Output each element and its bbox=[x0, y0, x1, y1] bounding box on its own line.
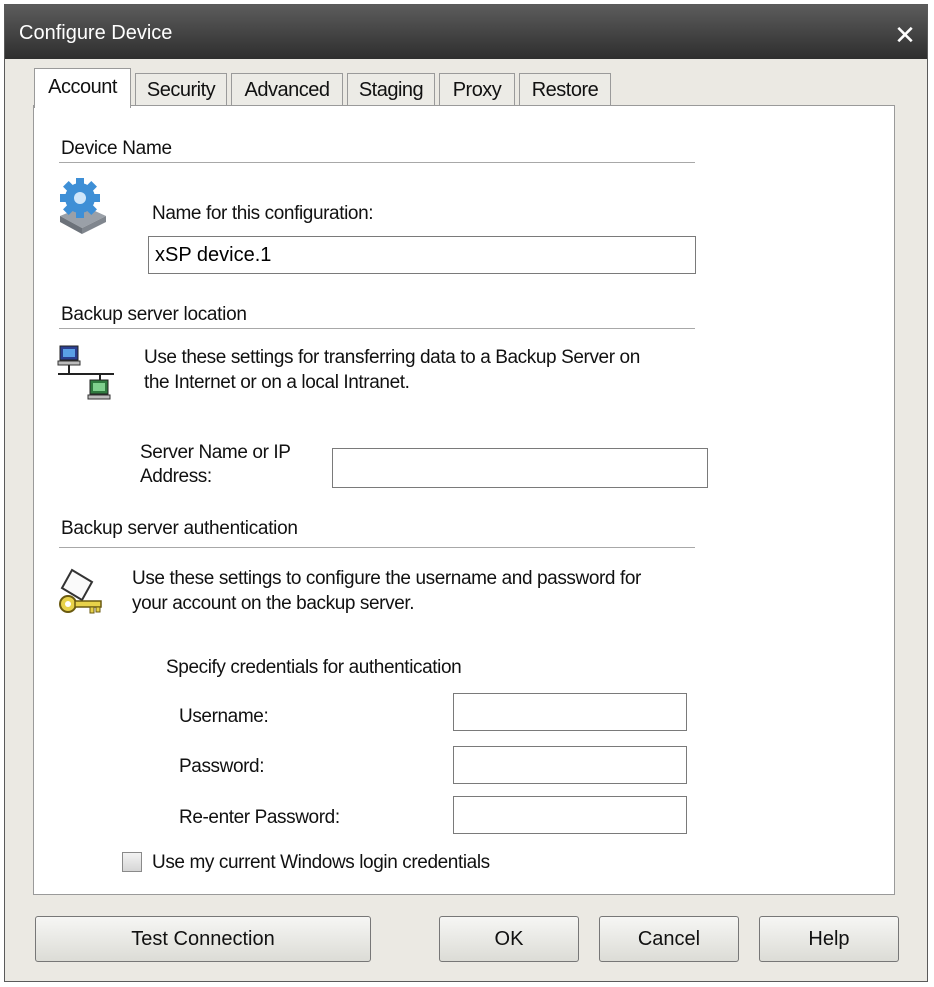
key-icon bbox=[59, 568, 102, 614]
tab-proxy[interactable]: Proxy bbox=[439, 73, 515, 105]
server-location-heading: Backup server location bbox=[61, 304, 247, 325]
configuration-name-input[interactable] bbox=[148, 236, 696, 274]
tab-security[interactable]: Security bbox=[135, 73, 227, 105]
tab-account[interactable]: Account bbox=[34, 68, 131, 108]
network-computers-icon bbox=[57, 345, 114, 400]
gear-device-icon bbox=[60, 178, 106, 234]
tab-staging[interactable]: Staging bbox=[347, 73, 435, 105]
username-label: Username: bbox=[179, 706, 269, 727]
password-input[interactable] bbox=[453, 746, 687, 784]
tab-advanced[interactable]: Advanced bbox=[231, 73, 343, 105]
tab-restore[interactable]: Restore bbox=[519, 73, 611, 105]
server-name-label-line2: Address: bbox=[140, 466, 212, 487]
ok-button[interactable]: OK bbox=[439, 916, 579, 962]
device-name-heading: Device Name bbox=[61, 138, 172, 159]
authentication-description-line1: Use these settings to configure the user… bbox=[132, 568, 641, 589]
server-name-label-line1: Server Name or IP bbox=[140, 442, 291, 463]
close-icon: ✕ bbox=[894, 20, 916, 50]
windows-login-label[interactable]: Use my current Windows login credentials bbox=[152, 852, 490, 874]
window-title: Configure Device bbox=[19, 22, 173, 44]
authentication-heading: Backup server authentication bbox=[61, 518, 298, 539]
credentials-heading: Specify credentials for authentication bbox=[166, 657, 462, 678]
username-input[interactable] bbox=[453, 693, 687, 731]
server-name-input[interactable] bbox=[332, 448, 708, 488]
configure-device-dialog: Configure Device ✕ Account Security Adva… bbox=[4, 4, 928, 982]
authentication-description-line2: your account on the backup server. bbox=[132, 593, 415, 614]
password-label: Password: bbox=[179, 756, 265, 777]
cancel-button[interactable]: Cancel bbox=[599, 916, 739, 962]
server-location-description-line2: the Internet or on a local Intranet. bbox=[144, 372, 410, 393]
account-tab-panel: Device Name Name for this configuration:… bbox=[33, 105, 895, 895]
server-location-description-line1: Use these settings for transferring data… bbox=[144, 347, 640, 368]
divider bbox=[59, 328, 695, 329]
configuration-name-label: Name for this configuration: bbox=[152, 203, 374, 224]
help-button[interactable]: Help bbox=[759, 916, 899, 962]
title-bar[interactable]: Configure Device ✕ bbox=[5, 5, 927, 59]
close-button[interactable]: ✕ bbox=[893, 22, 917, 48]
windows-login-checkbox[interactable] bbox=[122, 852, 142, 872]
reenter-password-label: Re-enter Password: bbox=[179, 807, 340, 828]
divider bbox=[59, 547, 695, 548]
reenter-password-input[interactable] bbox=[453, 796, 687, 834]
test-connection-button[interactable]: Test Connection bbox=[35, 916, 371, 962]
divider bbox=[59, 162, 695, 163]
